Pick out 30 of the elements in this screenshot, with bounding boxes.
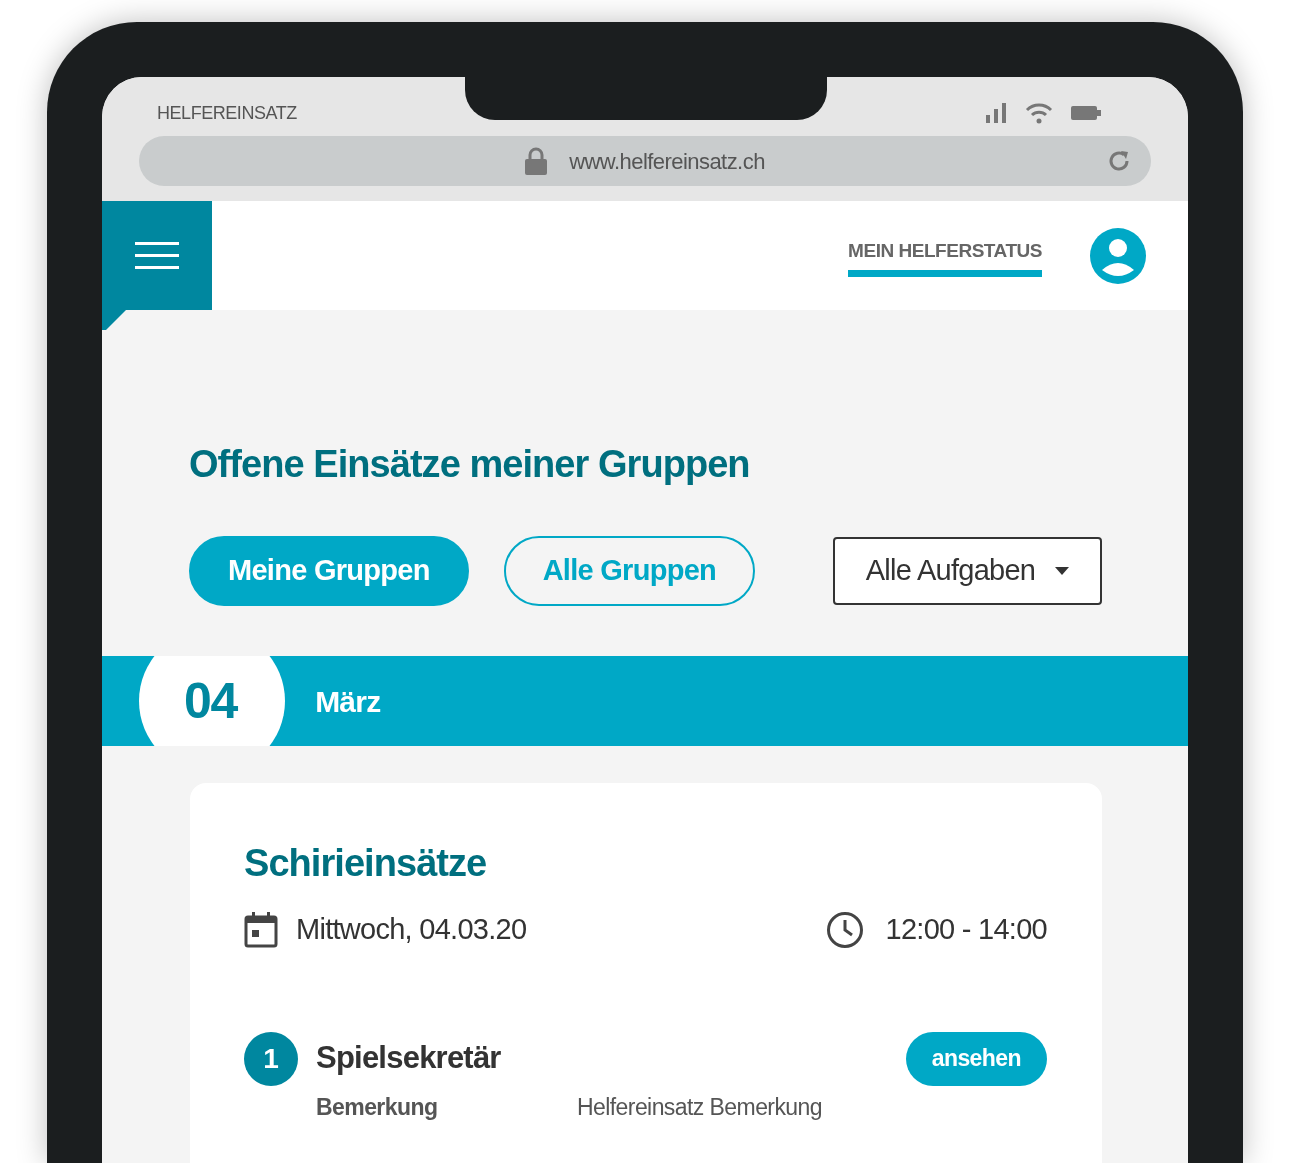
user-avatar-icon[interactable]: [1090, 227, 1146, 284]
event-title: Schirieinsätze: [244, 841, 488, 886]
task-number: 1: [244, 1031, 298, 1086]
menu-icon: [135, 241, 179, 270]
app-title: HELFEREINSATZ: [157, 101, 297, 125]
event-time: 12:00 - 14:00: [885, 912, 1047, 947]
menu-tail-icon: [102, 310, 126, 330]
filter-tab[interactable]: Meine Gruppen: [189, 536, 469, 606]
wifi-icon: [1025, 102, 1053, 124]
lock-icon: [525, 147, 548, 175]
day-number: 04: [184, 671, 238, 731]
task-name: Spielsekretär: [316, 1039, 501, 1078]
calendar-icon: [244, 911, 278, 948]
event-date: Mittwoch, 04.03.20: [296, 912, 527, 947]
detail-value: Helfereinsatz Bemerkung: [577, 1092, 822, 1122]
helper-status-link[interactable]: MEIN HELFERSTATUS: [848, 237, 1042, 277]
url-bar[interactable]: www.helfereinsatz.ch: [139, 136, 1151, 186]
month-name: März: [315, 683, 381, 720]
signal-icon: [985, 103, 1007, 123]
battery-icon: [1071, 106, 1101, 120]
caret-icon: [1055, 567, 1070, 575]
filter-tab[interactable]: Alle Gruppen: [503, 536, 756, 606]
url-text: www.helfereinsatz.ch: [569, 147, 765, 176]
detail-label: Bemerkung: [316, 1092, 439, 1122]
clock-icon: [825, 910, 864, 949]
task-dropdown[interactable]: Alle Aufgaben: [833, 537, 1102, 605]
reload-icon[interactable]: [1107, 149, 1131, 173]
view-button[interactable]: ansehen: [905, 1031, 1047, 1086]
page-heading: Offene Einsätze meiner Gruppen: [189, 442, 751, 487]
menu-button[interactable]: [102, 201, 212, 310]
